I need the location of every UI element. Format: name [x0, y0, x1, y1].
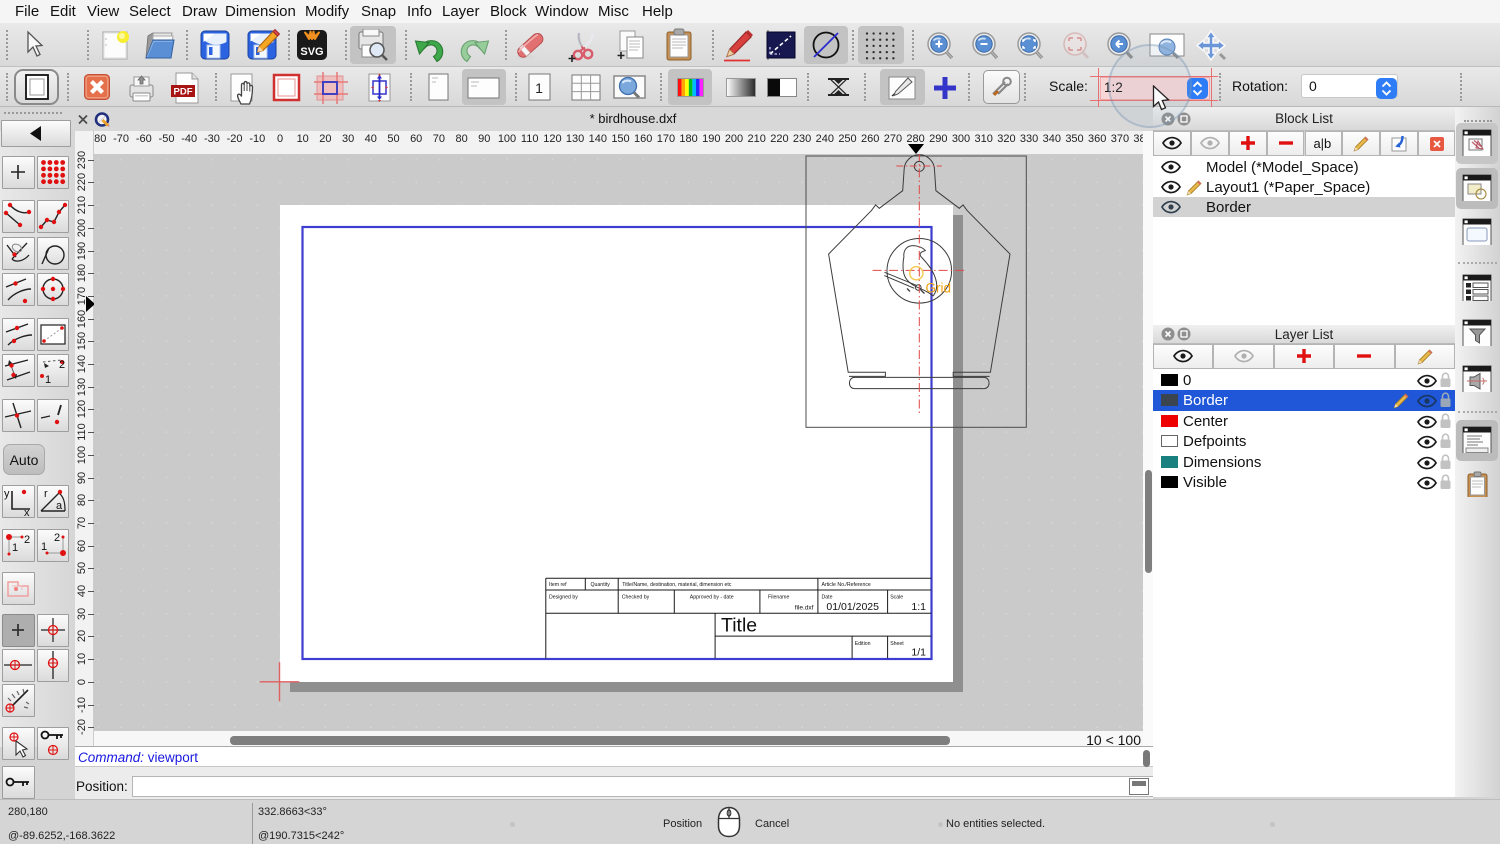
svg-text:Item ref: Item ref — [549, 582, 567, 588]
svg-text:Date: Date — [822, 594, 833, 600]
svg-text:1: 1 — [41, 541, 47, 553]
svg-text:2: 2 — [59, 359, 65, 371]
svg-text:1/1: 1/1 — [911, 647, 926, 659]
svg-text:01/01/2025: 01/01/2025 — [826, 601, 879, 613]
svg-text:1: 1 — [12, 542, 18, 554]
svg-text:x: x — [24, 507, 30, 518]
svg-text:Article No./Reference: Article No./Reference — [822, 582, 871, 588]
svg-text:r: r — [44, 488, 48, 500]
svg-text:Filename: Filename — [768, 594, 789, 600]
svg-text:y: y — [4, 488, 10, 500]
svg-text:file.dxf: file.dxf — [795, 605, 814, 612]
svg-text:Grid: Grid — [926, 281, 952, 296]
svg-text:Scale: Scale — [890, 594, 903, 600]
svg-text:SVG: SVG — [300, 46, 323, 58]
svg-text:Edition: Edition — [855, 641, 871, 647]
svg-text:Approved by - date: Approved by - date — [690, 594, 734, 600]
svg-text:1:1: 1:1 — [911, 601, 926, 613]
svg-text:a: a — [56, 500, 63, 512]
svg-text:1: 1 — [45, 374, 51, 386]
svg-text:Quantity: Quantity — [591, 582, 611, 588]
svg-text:1: 1 — [535, 80, 543, 96]
svg-text:Title: Title — [721, 615, 757, 637]
svg-text:Title/Name, destination, mater: Title/Name, destination, material, dimen… — [622, 582, 731, 588]
svg-text:2: 2 — [54, 532, 60, 544]
svg-text:Sheet: Sheet — [890, 641, 904, 647]
svg-text:2: 2 — [24, 534, 30, 546]
svg-text:Checked by: Checked by — [622, 594, 650, 600]
svg-text:PDF: PDF — [174, 87, 193, 98]
svg-text:Designed by: Designed by — [549, 594, 578, 600]
